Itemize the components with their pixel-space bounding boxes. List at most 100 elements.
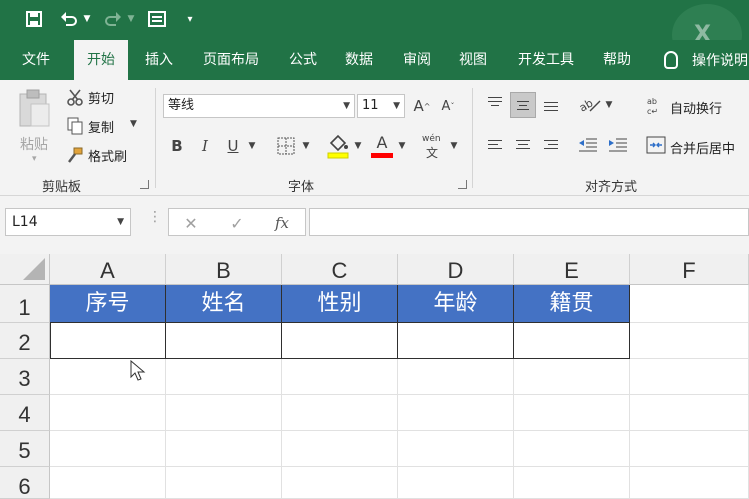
cell[interactable] bbox=[282, 431, 398, 467]
undo-icon[interactable] bbox=[58, 8, 80, 30]
underline-dropdown-icon[interactable]: ▼ bbox=[246, 134, 258, 158]
italic-button[interactable]: I bbox=[194, 134, 216, 158]
increase-indent-button[interactable] bbox=[606, 134, 630, 156]
align-left-button[interactable] bbox=[482, 132, 508, 158]
tab-page-layout[interactable]: 页面布局 bbox=[194, 40, 268, 80]
cell[interactable] bbox=[630, 431, 749, 467]
cell-f2[interactable] bbox=[630, 323, 749, 359]
table-header-cell[interactable]: 姓名 bbox=[166, 285, 282, 323]
font-color-button[interactable]: A bbox=[370, 132, 394, 160]
column-header-e[interactable]: E bbox=[514, 254, 630, 285]
orientation-button[interactable]: ab bbox=[576, 94, 604, 116]
bold-button[interactable]: B bbox=[166, 134, 188, 158]
undo-dropdown-icon[interactable]: ▼ bbox=[82, 8, 92, 30]
tab-view[interactable]: 视图 bbox=[450, 40, 496, 80]
cell[interactable] bbox=[50, 431, 166, 467]
form-icon[interactable] bbox=[146, 8, 168, 30]
column-header-a[interactable]: A bbox=[50, 254, 166, 285]
formula-input[interactable] bbox=[309, 208, 749, 236]
fill-color-button[interactable] bbox=[326, 132, 350, 160]
row-header-5[interactable]: 5 bbox=[0, 431, 50, 467]
customize-icon[interactable]: ▾ bbox=[184, 8, 196, 30]
tab-data[interactable]: 数据 bbox=[336, 40, 382, 80]
cell-f1[interactable] bbox=[630, 285, 749, 323]
cell[interactable] bbox=[166, 467, 282, 499]
cell[interactable] bbox=[398, 359, 514, 395]
cell[interactable] bbox=[398, 395, 514, 431]
name-box[interactable]: L14 ▼ bbox=[5, 208, 131, 236]
cell[interactable] bbox=[630, 467, 749, 499]
underline-button[interactable]: U bbox=[222, 134, 244, 158]
align-right-button[interactable] bbox=[538, 132, 564, 158]
column-header-f[interactable]: F bbox=[630, 254, 749, 285]
increase-font-size-button[interactable]: A ^ bbox=[412, 94, 432, 118]
paste-button[interactable]: 粘贴 ▾ bbox=[14, 86, 54, 166]
cut-button[interactable]: 剪切 bbox=[64, 86, 134, 108]
table-header-cell[interactable]: 籍贯 bbox=[514, 285, 630, 323]
orientation-dropdown-icon[interactable]: ▼ bbox=[604, 94, 614, 116]
cell[interactable] bbox=[630, 359, 749, 395]
tab-file[interactable]: 文件 bbox=[12, 40, 60, 80]
cell[interactable] bbox=[398, 467, 514, 499]
redo-icon[interactable] bbox=[102, 8, 124, 30]
cell-a2[interactable] bbox=[50, 323, 166, 359]
cell[interactable] bbox=[514, 395, 630, 431]
column-header-c[interactable]: C bbox=[282, 254, 398, 285]
tab-formulas[interactable]: 公式 bbox=[280, 40, 326, 80]
cell-c2[interactable] bbox=[282, 323, 398, 359]
fill-color-dropdown-icon[interactable]: ▼ bbox=[352, 134, 364, 158]
row-header-6[interactable]: 6 bbox=[0, 467, 50, 499]
select-all-button[interactable] bbox=[0, 254, 50, 285]
merge-center-button[interactable]: 合并后居中 bbox=[646, 134, 749, 158]
cell[interactable] bbox=[50, 395, 166, 431]
drag-handle-icon[interactable]: ⋮ bbox=[148, 210, 162, 232]
format-painter-button[interactable]: 格式刷 bbox=[64, 144, 144, 166]
tell-me[interactable]: 操作说明 bbox=[664, 40, 748, 80]
table-header-cell[interactable]: 序号 bbox=[50, 285, 166, 323]
cell[interactable] bbox=[282, 395, 398, 431]
insert-function-icon[interactable]: fx bbox=[269, 211, 295, 235]
table-header-cell[interactable]: 性别 bbox=[282, 285, 398, 323]
cell-b2[interactable] bbox=[166, 323, 282, 359]
bottom-align-button[interactable] bbox=[538, 92, 564, 118]
cell[interactable] bbox=[514, 467, 630, 499]
font-size-combo[interactable]: 11 ▼ bbox=[357, 94, 405, 118]
row-header-1[interactable]: 1 bbox=[0, 285, 50, 323]
cell[interactable] bbox=[50, 359, 166, 395]
row-header-4[interactable]: 4 bbox=[0, 395, 50, 431]
cell-d2[interactable] bbox=[398, 323, 514, 359]
enter-icon[interactable]: ✓ bbox=[225, 211, 249, 235]
tab-home[interactable]: 开始 bbox=[74, 40, 128, 80]
cell[interactable] bbox=[50, 467, 166, 499]
cell-e2[interactable] bbox=[514, 323, 630, 359]
tab-help[interactable]: 帮助 bbox=[594, 40, 640, 80]
cell[interactable] bbox=[398, 431, 514, 467]
save-icon[interactable] bbox=[22, 8, 46, 30]
row-header-2[interactable]: 2 bbox=[0, 323, 50, 359]
middle-align-button[interactable] bbox=[510, 92, 536, 118]
row-header-3[interactable]: 3 bbox=[0, 359, 50, 395]
table-header-cell[interactable]: 年龄 bbox=[398, 285, 514, 323]
borders-dropdown-icon[interactable]: ▼ bbox=[300, 134, 312, 158]
cell[interactable] bbox=[166, 431, 282, 467]
borders-button[interactable] bbox=[274, 134, 298, 158]
wrap-text-button[interactable]: ab c↵ 自动换行 bbox=[646, 94, 749, 118]
tab-review[interactable]: 审阅 bbox=[394, 40, 440, 80]
copy-button[interactable]: 复制 ▼ bbox=[64, 115, 144, 137]
phonetic-guide-button[interactable]: wén 文 bbox=[420, 132, 446, 160]
tab-developer[interactable]: 开发工具 bbox=[508, 40, 584, 80]
decrease-indent-button[interactable] bbox=[576, 134, 600, 156]
font-name-combo[interactable]: 等线 ▼ bbox=[163, 94, 355, 118]
redo-dropdown-icon[interactable]: ▼ bbox=[126, 8, 136, 30]
font-color-dropdown-icon[interactable]: ▼ bbox=[396, 134, 408, 158]
font-launcher-icon[interactable] bbox=[458, 180, 467, 189]
clipboard-launcher-icon[interactable] bbox=[140, 180, 149, 189]
cell[interactable] bbox=[514, 431, 630, 467]
align-center-button[interactable] bbox=[510, 132, 536, 158]
cell[interactable] bbox=[166, 395, 282, 431]
top-align-button[interactable] bbox=[482, 92, 508, 118]
column-header-b[interactable]: B bbox=[166, 254, 282, 285]
cell[interactable] bbox=[514, 359, 630, 395]
phonetic-dropdown-icon[interactable]: ▼ bbox=[448, 134, 460, 158]
decrease-font-size-button[interactable]: Aˇ bbox=[438, 94, 458, 118]
